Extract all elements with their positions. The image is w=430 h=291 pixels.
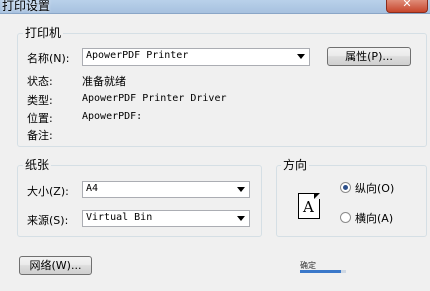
orientation-group-label: 方向 xyxy=(281,156,310,173)
portrait-label[interactable]: 纵向(O) xyxy=(355,180,394,196)
printer-name-label: 名称(N): xyxy=(27,52,70,65)
comment-label: 备注: xyxy=(27,129,53,142)
printer-group-label: 打印机 xyxy=(23,24,64,41)
paper-size-value: A4 xyxy=(86,183,99,194)
landscape-label[interactable]: 横向(A) xyxy=(355,210,393,226)
location-value: ApowerPDF: xyxy=(82,111,143,122)
chevron-down-icon xyxy=(297,54,305,59)
location-label: 位置: xyxy=(27,112,53,125)
orientation-icon-letter: A xyxy=(303,198,314,216)
status-label: 状态: xyxy=(27,75,53,88)
properties-button[interactable]: 属性(P)... xyxy=(327,47,411,66)
portrait-radio[interactable] xyxy=(340,182,351,193)
progress-fill xyxy=(300,270,342,273)
paper-group-label: 纸张 xyxy=(23,156,52,173)
paper-source-select[interactable]: Virtual Bin xyxy=(82,210,250,227)
chevron-down-icon xyxy=(237,216,245,221)
close-button[interactable]: ✕ xyxy=(386,0,428,13)
type-label: 类型: xyxy=(27,94,53,107)
status-value: 准备就绪 xyxy=(82,75,126,88)
chevron-down-icon xyxy=(237,187,245,192)
close-icon: ✕ xyxy=(402,0,412,10)
network-button[interactable]: 网络(W)... xyxy=(19,256,92,275)
paper-size-select[interactable]: A4 xyxy=(82,181,250,198)
paper-size-label: 大小(Z): xyxy=(27,185,69,198)
type-value: ApowerPDF Printer Driver xyxy=(82,93,227,104)
paper-source-label: 来源(S): xyxy=(27,214,69,227)
progress-bar xyxy=(300,270,346,273)
title-bar: 打印设置 ✕ xyxy=(0,0,430,14)
portrait-page-icon: A xyxy=(298,193,320,219)
landscape-radio[interactable] xyxy=(340,212,351,223)
window-title: 打印设置 xyxy=(2,0,51,13)
paper-source-value: Virtual Bin xyxy=(86,212,153,223)
printer-name-value: ApowerPDF Printer xyxy=(86,50,189,61)
printer-name-select[interactable]: ApowerPDF Printer xyxy=(82,48,310,66)
